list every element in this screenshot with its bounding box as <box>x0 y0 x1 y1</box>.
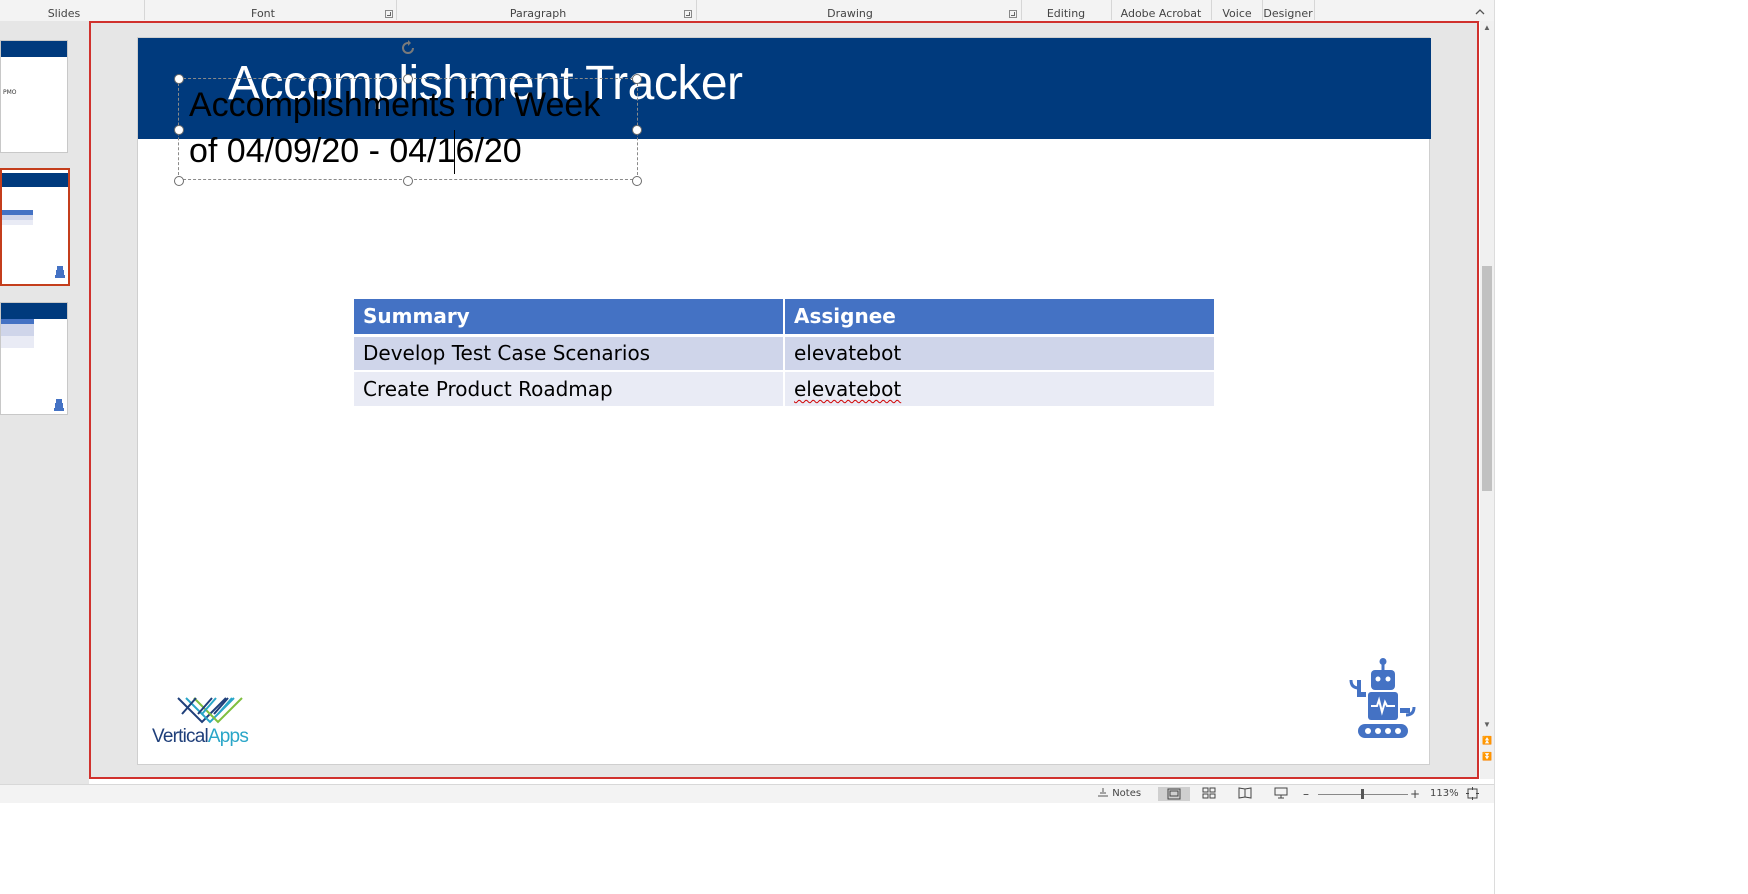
accomplishments-table[interactable]: Summary Assignee Develop Test Case Scena… <box>354 299 1214 408</box>
spellcheck-flagged-word[interactable]: elevatebot <box>794 377 901 401</box>
fit-to-window-icon <box>1466 787 1479 800</box>
ribbon-group-paragraph: Paragraph <box>509 7 567 20</box>
logo-word-vertical: Vertical <box>152 726 209 747</box>
right-blank-area <box>1494 0 1748 894</box>
paragraph-dialog-launcher-icon[interactable] <box>684 10 692 18</box>
resize-handle-top-left[interactable] <box>174 74 184 84</box>
zoom-slider-knob[interactable] <box>1361 789 1364 799</box>
table-cell-assignee[interactable]: elevatebot <box>784 335 1214 372</box>
text-cursor <box>454 130 455 174</box>
table-cell-summary[interactable]: Create Product Roadmap <box>354 371 785 408</box>
table-row: Develop Test Case Scenarios elevatebot <box>354 335 1214 372</box>
logo-word-apps: Apps <box>207 726 249 747</box>
status-bar: Notes – + 113% <box>0 784 1494 803</box>
ribbon-group-labels: Slides Font Paragraph Drawing Editing Ad… <box>0 0 1500 22</box>
ribbon-group-slides: Slides <box>47 7 81 20</box>
resize-handle-top-right[interactable] <box>632 74 642 84</box>
ribbon-group-drawing: Drawing <box>827 7 873 20</box>
thumbnail-header-band <box>1 303 67 319</box>
reading-view-button[interactable] <box>1238 787 1258 801</box>
resize-handle-top[interactable] <box>403 74 413 84</box>
thumbnail-table-row <box>1 336 34 348</box>
ribbon-separator <box>1314 0 1315 20</box>
ribbon-group-font: Font <box>251 7 275 20</box>
ribbon-group-adobe-acrobat: Adobe Acrobat <box>1120 7 1202 20</box>
scrollbar-thumb[interactable] <box>1482 266 1492 491</box>
vertical-scrollbar[interactable]: ▲ ▼ ⏫ ⏬ <box>1480 21 1494 779</box>
resize-handle-bottom[interactable] <box>403 176 413 186</box>
ribbon-group-editing: Editing <box>1046 7 1086 20</box>
fit-slide-button[interactable] <box>1466 787 1480 801</box>
thumbnail-robot-icon <box>54 399 64 411</box>
textbox-line-2[interactable]: of 04/09/20 - 04/16/20 <box>189 132 522 171</box>
table-cell-assignee[interactable]: elevatebot <box>784 371 1214 408</box>
next-slide-button[interactable]: ⏬ <box>1480 750 1494 764</box>
notes-label: Notes <box>1112 788 1142 799</box>
resize-handle-bottom-left[interactable] <box>174 176 184 186</box>
slide-show-button[interactable] <box>1274 787 1294 801</box>
collapse-ribbon-icon[interactable] <box>1473 6 1487 20</box>
thumbnail-table-row <box>2 220 33 225</box>
resize-handle-bottom-right[interactable] <box>632 176 642 186</box>
ribbon-group-voice: Voice <box>1222 7 1252 20</box>
thumbnail-header-band <box>2 173 68 187</box>
slide-thumbnail-1[interactable]: PMO <box>0 40 68 153</box>
font-dialog-launcher-icon[interactable] <box>385 10 393 18</box>
slide-sorter-icon <box>1202 787 1216 799</box>
notes-button[interactable]: Notes <box>1097 787 1145 801</box>
selected-textbox[interactable]: Accomplishments for Week of 04/09/20 - 0… <box>174 74 642 186</box>
zoom-out-button[interactable]: – <box>1303 787 1313 801</box>
slide-thumbnail-3[interactable] <box>0 302 68 415</box>
scroll-down-button[interactable]: ▼ <box>1480 718 1494 732</box>
normal-view-button[interactable] <box>1158 787 1190 801</box>
slide-thumbnail-2[interactable] <box>0 168 70 286</box>
rotate-handle-icon[interactable] <box>399 39 417 57</box>
resize-handle-right[interactable] <box>632 125 642 135</box>
textbox-line-1[interactable]: Accomplishments for Week <box>189 86 600 125</box>
slide-sorter-button[interactable] <box>1202 787 1222 801</box>
chevron-up-icon <box>1475 9 1485 15</box>
table-header-assignee[interactable]: Assignee <box>784 299 1214 337</box>
table-header-summary[interactable]: Summary <box>354 299 785 337</box>
table-cell-summary[interactable]: Develop Test Case Scenarios <box>354 335 785 372</box>
slide-thumbnails-panel: PMO <box>0 21 89 879</box>
table-header-row: Summary Assignee <box>354 299 1214 337</box>
normal-view-icon <box>1167 788 1181 800</box>
notes-icon <box>1098 788 1108 797</box>
zoom-level[interactable]: 113% <box>1430 787 1460 801</box>
reading-view-icon <box>1238 787 1252 799</box>
ribbon-group-designer: Designer <box>1263 7 1313 20</box>
zoom-in-button[interactable]: + <box>1410 787 1420 801</box>
thumbnail-header-band <box>1 41 67 57</box>
drawing-dialog-launcher-icon[interactable] <box>1009 10 1017 18</box>
thumbnail-text: PMO <box>3 89 17 96</box>
thumbnail-table-row <box>1 324 34 336</box>
thumbnail-robot-icon <box>55 266 65 278</box>
robot-icon <box>1349 658 1416 738</box>
slide-show-icon <box>1274 787 1288 799</box>
scroll-up-button[interactable]: ▲ <box>1480 21 1494 35</box>
resize-handle-left[interactable] <box>174 125 184 135</box>
previous-slide-button[interactable]: ⏫ <box>1480 734 1494 748</box>
blank-area-below <box>0 803 1494 894</box>
slide-canvas[interactable]: Accomplishment Tracker Accomplishments f… <box>137 37 1431 765</box>
table-row: Create Product Roadmap elevatebot <box>354 371 1214 408</box>
logo-wordmark: VerticalApps <box>152 726 249 748</box>
